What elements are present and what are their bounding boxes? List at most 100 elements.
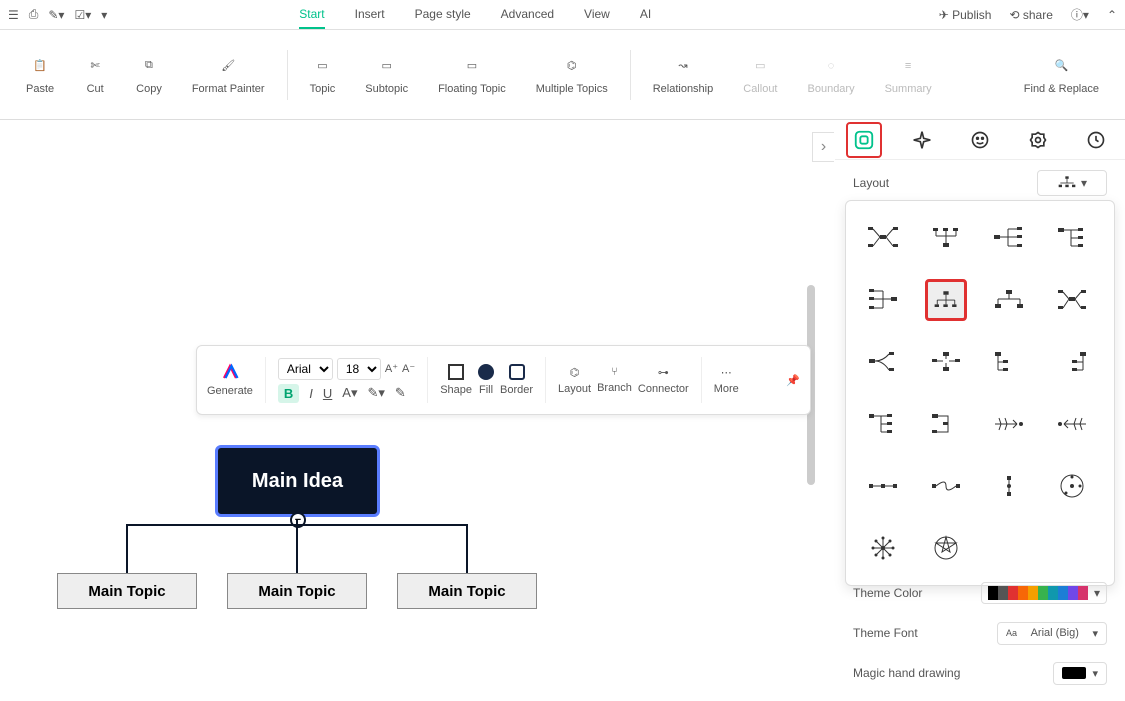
top-right-actions: ✈ Publish ⟲ share ⓘ▾ ⌃ xyxy=(939,6,1117,23)
topic-node-2[interactable]: Main Topic xyxy=(227,573,367,609)
collapse-ribbon-icon[interactable]: ⌃ xyxy=(1107,8,1117,22)
layout-option[interactable] xyxy=(925,217,967,259)
ribbon: 📋Paste ✄Cut ⧉Copy 🖌Format Painter ▭Topic… xyxy=(0,30,1125,120)
subtopic-button[interactable]: ▭Subtopic xyxy=(353,49,420,101)
layout-option[interactable] xyxy=(988,341,1030,383)
topic-node-1[interactable]: Main Topic xyxy=(57,573,197,609)
help-icon[interactable]: ⓘ▾ xyxy=(1071,6,1089,23)
layout-option-selected[interactable] xyxy=(925,279,967,321)
magic-hand-label: Magic hand drawing xyxy=(853,666,960,680)
layout-option-fishbone-left[interactable] xyxy=(1051,403,1093,445)
tab-start[interactable]: Start xyxy=(299,1,324,29)
branch-button[interactable]: ⑂Branch xyxy=(597,366,632,394)
pin-icon[interactable]: 📌 xyxy=(786,374,800,387)
style-tab[interactable] xyxy=(846,122,882,158)
theme-color-select[interactable]: ▾ xyxy=(981,582,1107,604)
top-bar: ☰ ⎙ ✎▾ ☑▾ ▾ Start Insert Page style Adva… xyxy=(0,0,1125,30)
tab-advanced[interactable]: Advanced xyxy=(501,1,554,29)
topic-node-3[interactable]: Main Topic xyxy=(397,573,537,609)
quick-access-toolbar: ☰ ⎙ ✎▾ ☑▾ ▾ xyxy=(8,7,107,22)
canvas[interactable]: Generate Arial 18 A⁺ A⁻ B I U A▾ ✎▾ ✎ Sh… xyxy=(0,120,815,691)
callout-button[interactable]: ▭Callout xyxy=(731,49,789,101)
paste-button[interactable]: 📋Paste xyxy=(14,49,66,101)
layout-option[interactable] xyxy=(1051,279,1093,321)
layout-option[interactable] xyxy=(862,403,904,445)
collapse-toggle[interactable]: − xyxy=(290,512,306,528)
check-icon[interactable]: ☑▾ xyxy=(74,8,91,22)
font-color-button[interactable]: A▾ xyxy=(342,385,357,401)
layout-option[interactable] xyxy=(925,341,967,383)
share-button[interactable]: ⟲ share xyxy=(1009,8,1052,22)
highlight-button[interactable]: ✎▾ xyxy=(367,385,384,401)
print-icon[interactable]: ⎙ xyxy=(29,7,39,22)
layout-option[interactable] xyxy=(862,279,904,321)
font-controls: Arial 18 A⁺ A⁻ B I U A▾ ✎▾ ✎ xyxy=(278,358,415,403)
layout-option-fishbone-right[interactable] xyxy=(988,403,1030,445)
border-button[interactable]: Border xyxy=(500,364,533,396)
layout-option-timeline-curved[interactable] xyxy=(925,465,967,507)
tab-view[interactable]: View xyxy=(584,1,610,29)
magic-hand-select[interactable]: ▾ xyxy=(1053,662,1107,685)
panel-collapse-button[interactable]: › xyxy=(812,132,834,162)
ai-tab[interactable] xyxy=(904,122,940,158)
underline-button[interactable]: U xyxy=(323,386,332,401)
floating-topic-button[interactable]: ▭Floating Topic xyxy=(426,49,518,101)
layout-option[interactable] xyxy=(925,403,967,445)
layout-option-star[interactable] xyxy=(925,527,967,569)
font-family-select[interactable]: Arial xyxy=(278,358,333,380)
side-panel-tabs xyxy=(835,120,1125,160)
cut-button[interactable]: ✄Cut xyxy=(72,49,118,101)
publish-button[interactable]: ✈ Publish xyxy=(939,8,992,22)
main-idea-node[interactable]: Main Idea xyxy=(215,445,380,517)
more-button[interactable]: ⋯More xyxy=(714,366,739,395)
edit-icon[interactable]: ✎▾ xyxy=(48,8,64,22)
layout-option[interactable] xyxy=(988,217,1030,259)
format-painter-button[interactable]: 🖌Format Painter xyxy=(180,49,277,101)
history-tab[interactable] xyxy=(1078,122,1114,158)
font-shrink-icon[interactable]: A⁻ xyxy=(402,362,415,375)
tab-ai[interactable]: AI xyxy=(640,1,651,29)
layout-option[interactable] xyxy=(1051,217,1093,259)
emoji-tab[interactable] xyxy=(962,122,998,158)
color-swatches xyxy=(988,586,1088,600)
fill-button[interactable]: Fill xyxy=(478,364,494,396)
tab-page-style[interactable]: Page style xyxy=(415,1,471,29)
font-size-select[interactable]: 18 xyxy=(337,358,381,380)
save-icon[interactable]: ☰ xyxy=(8,8,19,22)
boundary-button[interactable]: ◌Boundary xyxy=(796,49,867,101)
theme-color-label: Theme Color xyxy=(853,586,922,600)
layout-button[interactable]: ⌬Layout xyxy=(558,366,591,395)
layout-option[interactable] xyxy=(862,217,904,259)
shape-button[interactable]: Shape xyxy=(440,364,472,396)
multiple-topics-button[interactable]: ⌬Multiple Topics xyxy=(524,49,620,101)
layout-options-popup xyxy=(845,200,1115,586)
bold-button[interactable]: B xyxy=(278,384,299,403)
layout-option-radial[interactable] xyxy=(862,527,904,569)
more-quick-icon[interactable]: ▾ xyxy=(101,8,107,22)
layout-option[interactable] xyxy=(988,279,1030,321)
theme-font-label: Theme Font xyxy=(853,626,918,640)
font-grow-icon[interactable]: A⁺ xyxy=(385,362,398,375)
layout-option-vertical-timeline[interactable] xyxy=(988,465,1030,507)
layout-option[interactable] xyxy=(1051,341,1093,383)
layout-dropdown[interactable]: ▾ xyxy=(1037,170,1107,196)
settings-tab[interactable] xyxy=(1020,122,1056,158)
clear-format-button[interactable]: ✎ xyxy=(395,385,406,401)
menu-tabs: Start Insert Page style Advanced View AI xyxy=(299,1,651,29)
italic-button[interactable]: I xyxy=(309,386,313,401)
layout-option-circle[interactable] xyxy=(1051,465,1093,507)
connector-button[interactable]: ⊶Connector xyxy=(638,366,689,395)
relationship-button[interactable]: ↝Relationship xyxy=(641,49,726,101)
layout-option[interactable] xyxy=(862,341,904,383)
summary-button[interactable]: ≡Summary xyxy=(873,49,944,101)
layout-option-timeline[interactable] xyxy=(862,465,904,507)
tab-insert[interactable]: Insert xyxy=(355,1,385,29)
copy-button[interactable]: ⧉Copy xyxy=(124,49,174,101)
find-replace-button[interactable]: 🔍Find & Replace xyxy=(1012,49,1111,101)
floating-format-toolbar: Generate Arial 18 A⁺ A⁻ B I U A▾ ✎▾ ✎ Sh… xyxy=(196,345,811,415)
layout-label: Layout xyxy=(853,176,889,190)
topic-button[interactable]: ▭Topic xyxy=(298,49,348,101)
theme-font-select[interactable]: Aa Arial (Big) ▾ xyxy=(997,622,1107,645)
generate-button[interactable]: Generate xyxy=(207,363,253,397)
panel-lower: Theme Color ▾ Theme Font Aa Arial (Big) … xyxy=(835,565,1125,701)
